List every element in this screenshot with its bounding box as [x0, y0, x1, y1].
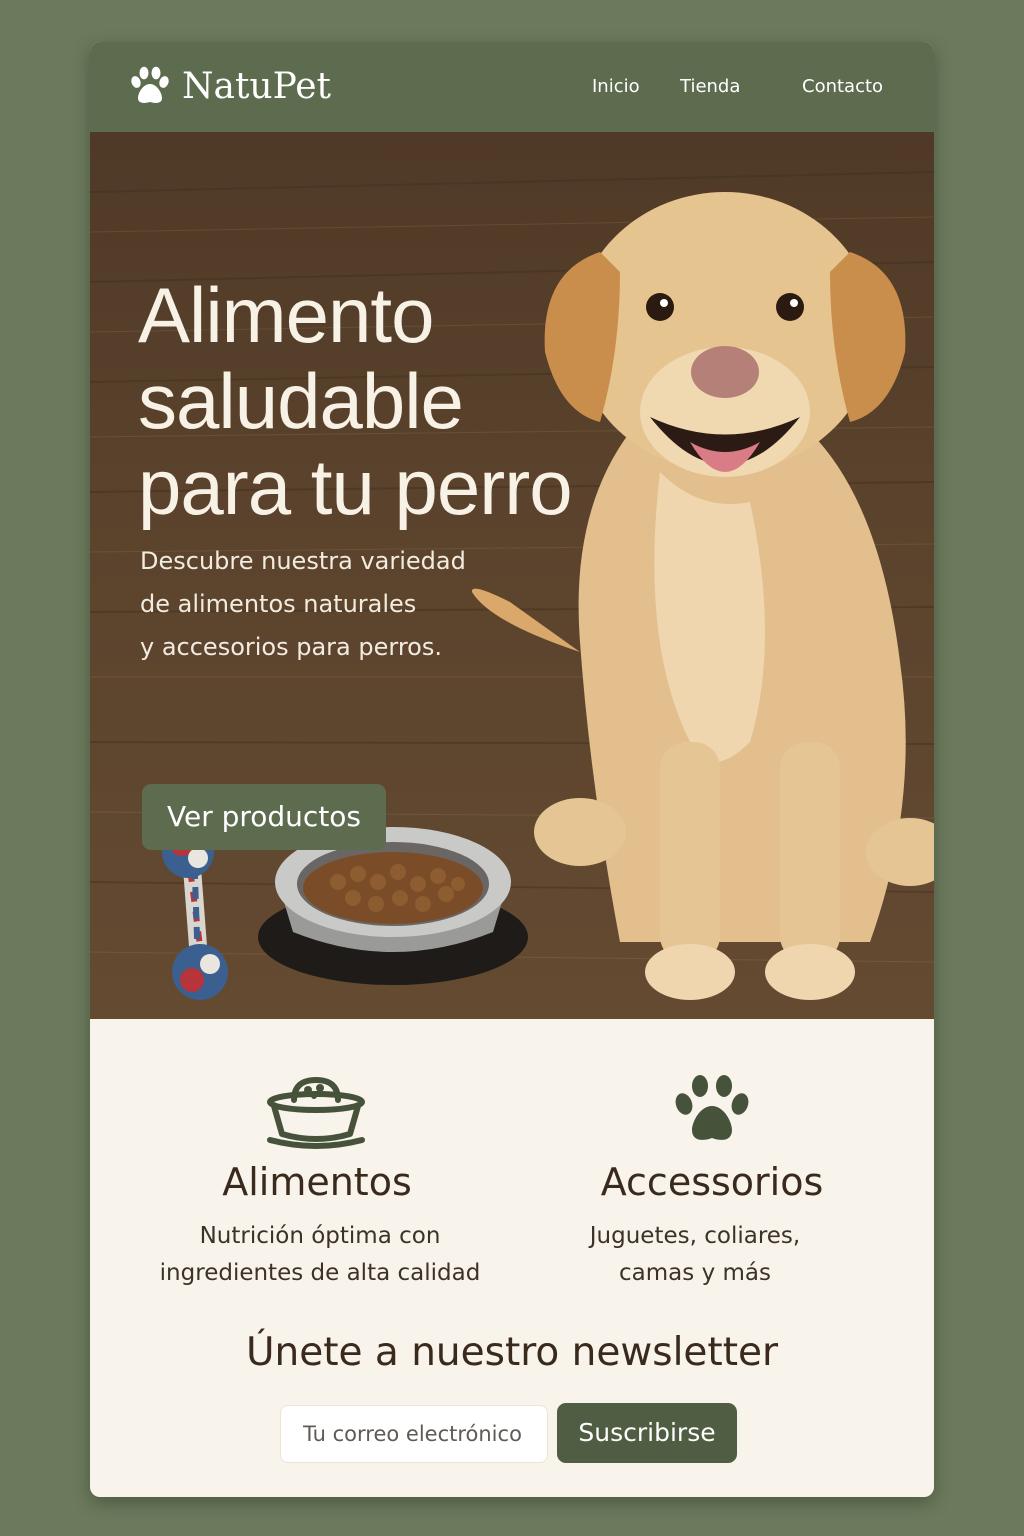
hero-title-line: para tu perro — [138, 443, 573, 531]
hero-section: Alimento saludable para tu perro Descubr… — [90, 132, 934, 1019]
nav-link-contacto[interactable]: Contacto — [802, 76, 883, 97]
hero-subtitle-line: y accesorios para perros. — [140, 633, 442, 661]
feature-title-alimentos: Alimentos — [222, 1160, 412, 1204]
hero-subtitle-line: Descubre nuestra variedad — [140, 547, 466, 575]
view-products-button[interactable]: Ver productos — [142, 784, 386, 850]
top-navigation-bar: NatuPet Inicio Tienda Contacto — [90, 42, 934, 132]
page-card: NatuPet Inicio Tienda Contacto Alimento … — [90, 42, 934, 1497]
nav-link-tienda[interactable]: Tienda — [680, 76, 740, 97]
hero-title-line: saludable — [138, 357, 464, 445]
food-bowl — [258, 827, 528, 985]
hero-title: Alimento saludable para tu perro — [138, 272, 658, 530]
hero-subtitle-line: de alimentos naturales — [140, 590, 417, 618]
rope-toy — [162, 826, 228, 1000]
hero-subtitle: Descubre nuestra variedad de alimentos n… — [140, 540, 500, 669]
paw-icon — [131, 66, 169, 103]
feature-desc-line: ingredientes de alta calidad — [159, 1260, 481, 1286]
brand-name: NatuPet — [182, 65, 331, 107]
newsletter-title: Únete a nuestro newsletter — [245, 1330, 779, 1375]
feature-desc-line: camas y más — [619, 1260, 771, 1286]
feature-desc-accessorios: Juguetes, coliares, camas y más — [545, 1218, 845, 1292]
feature-desc-line: Juguetes, coliares, — [589, 1223, 801, 1249]
feature-desc-line: Nutrición óptima con — [199, 1223, 441, 1249]
hero-title-line: Alimento — [138, 271, 434, 359]
feature-title-accessorios: Accessorios — [600, 1160, 824, 1204]
nav-link-inicio[interactable]: Inicio — [592, 76, 640, 97]
subscribe-button[interactable]: Suscribirse — [557, 1403, 737, 1463]
brand-logo[interactable]: NatuPet — [128, 64, 331, 108]
paw-icon — [675, 1075, 749, 1140]
feature-desc-alimentos: Nutrición óptima con ingredientes de alt… — [145, 1218, 495, 1292]
food-bowl-icon — [267, 1076, 365, 1149]
email-input[interactable] — [280, 1405, 548, 1463]
